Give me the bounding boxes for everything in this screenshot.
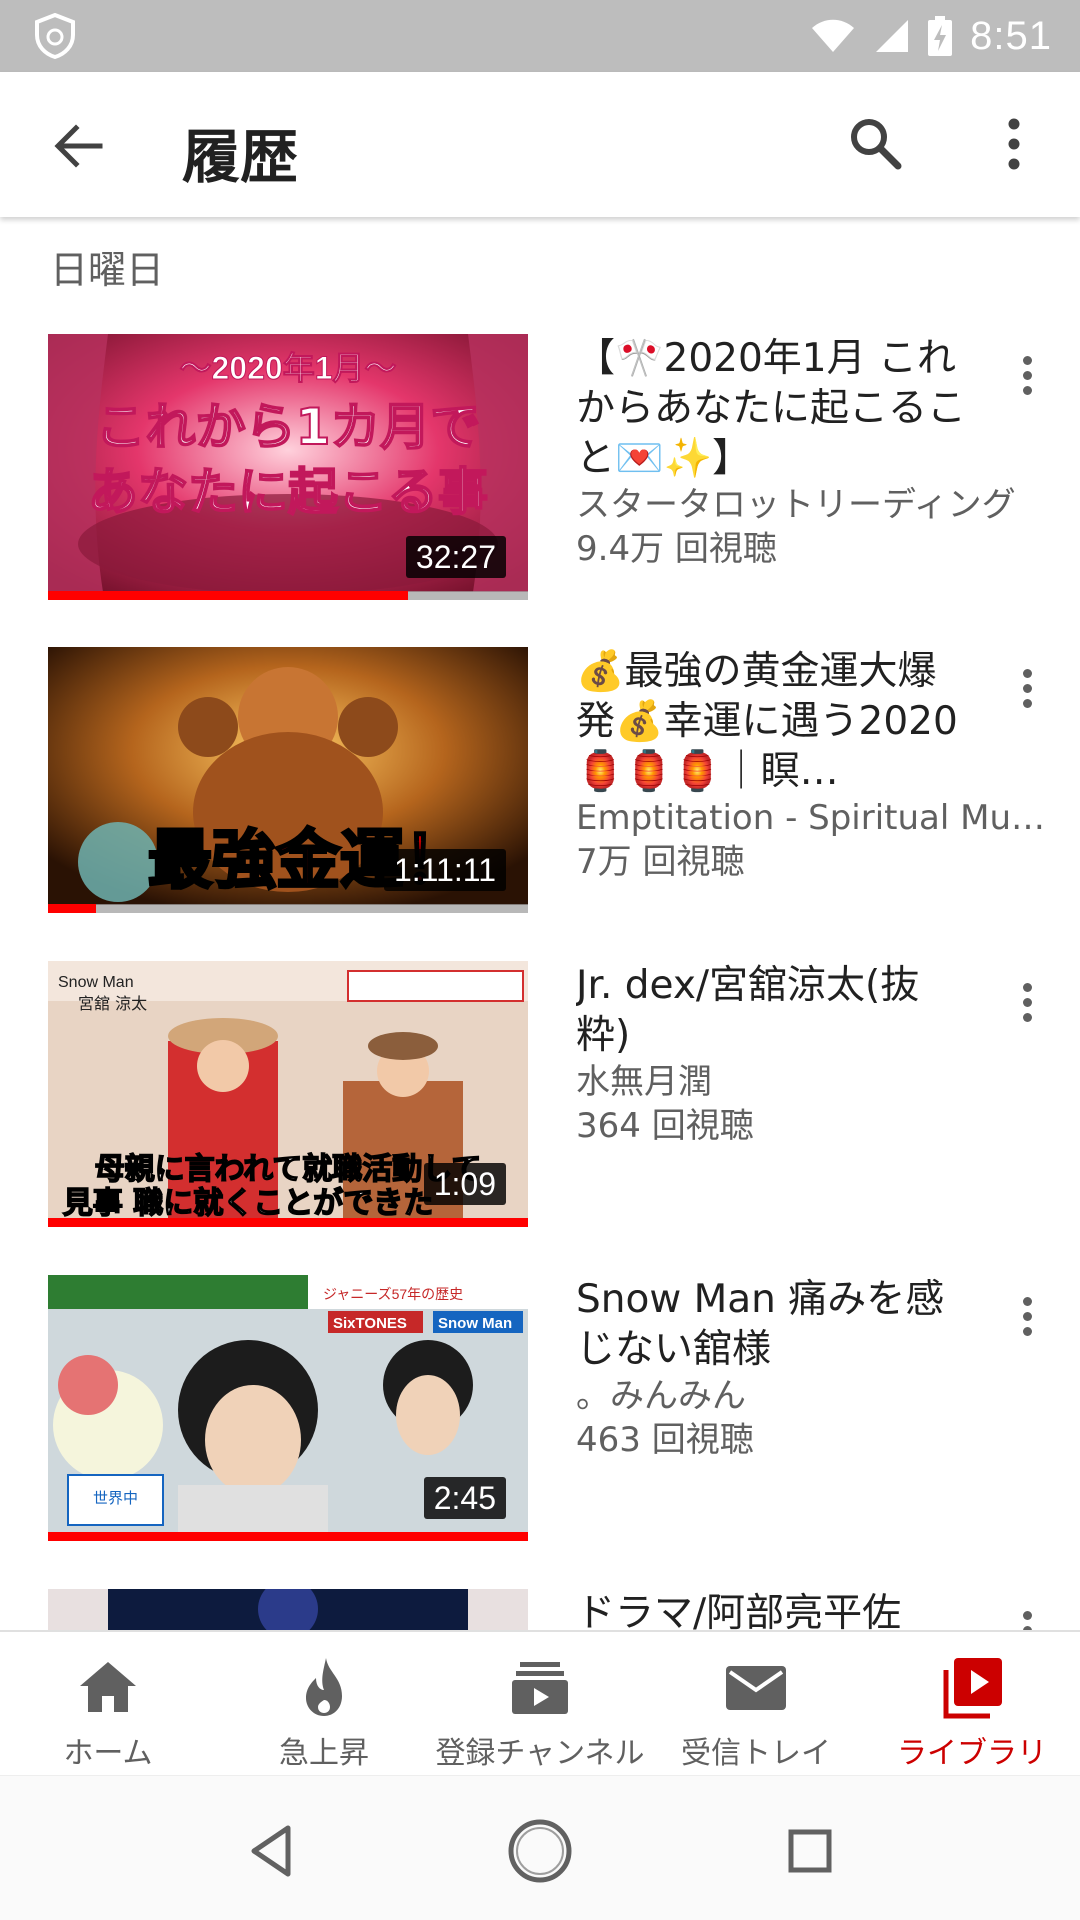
watch-progress-bar — [48, 904, 528, 913]
video-thumbnail[interactable]: 最強金運！ 1:11:11 — [48, 647, 528, 913]
trending-flame-icon — [306, 1658, 342, 1716]
page-title: 履歴 — [182, 123, 299, 191]
inbox-mail-icon — [726, 1666, 786, 1710]
list-item[interactable]: 最強金運！ 1:11:11 💰最強の黄金運大爆発💰幸運に遇う2020🏮🏮🏮｜瞑…… — [0, 647, 1080, 917]
watch-progress-fill — [48, 1532, 528, 1541]
more-vert-icon[interactable] — [1010, 350, 1044, 410]
thumbnail-image — [48, 1589, 528, 1630]
video-views: 364 回視聴 — [576, 1106, 754, 1146]
more-vert-icon[interactable] — [1010, 977, 1044, 1037]
app-bar: 履歴 — [0, 72, 1080, 217]
nav-trending[interactable]: 急上昇 — [216, 1632, 432, 1775]
video-thumbnail[interactable]: Snow Man 宮舘 涼太 母親に言われて就職活動して 見事 職に就くことがで… — [48, 961, 528, 1227]
shield-icon — [35, 13, 75, 59]
thumb-text: ジャニーズ57年の歴史 — [323, 1286, 463, 1302]
video-views: 9.4万 回視聴 — [576, 529, 777, 569]
nav-label: 登録チャンネル — [435, 1736, 645, 1771]
back-arrow-icon[interactable] — [48, 116, 108, 176]
more-vert-icon[interactable] — [1010, 663, 1044, 723]
video-duration: 32:27 — [405, 536, 506, 578]
system-home-icon[interactable] — [505, 1816, 575, 1886]
subscriptions-icon — [512, 1662, 568, 1714]
signal-icon — [876, 20, 909, 52]
video-thumbnail[interactable]: ジャニーズ57年の歴史 SixTONES Snow Man 世界中 2:45 — [48, 1275, 528, 1541]
thumb-text: 〜2020年1月〜 — [180, 350, 397, 386]
video-channel: 水無月潤 — [576, 1062, 712, 1102]
watch-progress-fill — [48, 904, 96, 913]
video-title[interactable]: 【🎌2020年1月 これからあなたに起こること💌✨】 — [576, 334, 966, 484]
battery-charging-icon — [928, 16, 953, 56]
thumb-text: 宮舘 涼太 — [78, 994, 147, 1013]
thumb-text: 見事 職に就くことができた — [63, 1186, 433, 1219]
thumb-text: 世界中 — [93, 1489, 138, 1507]
thumb-text: Snow Man — [58, 974, 134, 991]
system-navigation-bar — [0, 1775, 1080, 1920]
bottom-navigation: ホーム 急上昇 登録チャンネル 受信トレイ ライブラリ — [0, 1630, 1080, 1775]
list-item[interactable]: ドラマ/阿部亮平佐 — [0, 1589, 1080, 1630]
nav-label: 急上昇 — [279, 1736, 369, 1771]
list-item[interactable]: Snow Man 宮舘 涼太 母親に言われて就職活動して 見事 職に就くことがで… — [0, 961, 1080, 1231]
more-vert-icon[interactable] — [990, 112, 1038, 176]
video-views: 7万 回視聴 — [576, 842, 745, 882]
video-duration: 1:09 — [423, 1163, 506, 1205]
video-channel: 。みんみん — [576, 1376, 746, 1416]
nav-label: 受信トレイ — [681, 1736, 831, 1771]
thumb-text: あなたに起こる事 — [88, 463, 488, 521]
history-list: 日曜日 〜2020年1月〜 これから1カ月で あなたに起こる事 32:27 【🎌… — [0, 217, 1080, 1630]
watch-progress-bar — [48, 1532, 528, 1541]
thumb-text: SixTONES — [333, 1315, 407, 1332]
section-header: 日曜日 — [50, 248, 165, 292]
watch-progress-fill — [48, 1218, 528, 1227]
more-vert-icon[interactable] — [1010, 1605, 1044, 1630]
home-icon — [80, 1662, 136, 1712]
video-channel: Emptitation - Spiritual Music… — [576, 798, 1056, 838]
system-back-icon[interactable] — [236, 1816, 306, 1886]
watch-progress-fill — [48, 591, 408, 600]
system-recents-icon[interactable] — [775, 1816, 845, 1886]
video-duration: 1:11:11 — [383, 849, 506, 891]
video-title[interactable]: Jr. dex/宮舘涼太(抜粋) — [576, 961, 966, 1061]
list-item[interactable]: ジャニーズ57年の歴史 SixTONES Snow Man 世界中 2:45 S… — [0, 1275, 1080, 1545]
nav-label: ホーム — [63, 1736, 153, 1771]
search-icon[interactable] — [844, 112, 908, 176]
library-icon — [943, 1658, 1002, 1719]
video-thumbnail[interactable] — [48, 1589, 528, 1630]
video-thumbnail[interactable]: 〜2020年1月〜 これから1カ月で あなたに起こる事 32:27 — [48, 334, 528, 600]
watch-progress-bar — [48, 591, 528, 600]
nav-inbox[interactable]: 受信トレイ — [648, 1632, 864, 1775]
video-channel: スタータロットリーディング — [576, 485, 1016, 525]
thumb-text: Snow Man — [438, 1315, 512, 1332]
video-title[interactable]: ドラマ/阿部亮平佐 — [576, 1589, 966, 1630]
video-duration: 2:45 — [423, 1477, 506, 1519]
more-vert-icon[interactable] — [1010, 1291, 1044, 1351]
wifi-icon — [812, 19, 855, 52]
list-item[interactable]: 〜2020年1月〜 これから1カ月で あなたに起こる事 32:27 【🎌2020… — [0, 334, 1080, 604]
thumb-text: これから1カ月で — [96, 398, 481, 456]
video-views: 463 回視聴 — [576, 1420, 754, 1460]
nav-label: ライブラリ — [897, 1736, 1047, 1771]
watch-progress-bar — [48, 1218, 528, 1227]
status-time: 8:51 — [970, 13, 1052, 58]
nav-home[interactable]: ホーム — [0, 1632, 216, 1775]
video-title[interactable]: 💰最強の黄金運大爆発💰幸運に遇う2020🏮🏮🏮｜瞑… — [576, 647, 966, 797]
nav-library[interactable]: ライブラリ — [864, 1632, 1080, 1775]
status-bar: 8:51 — [0, 0, 1080, 72]
nav-subscriptions[interactable]: 登録チャンネル — [432, 1632, 648, 1775]
video-title[interactable]: Snow Man 痛みを感じない舘様 — [576, 1275, 966, 1375]
